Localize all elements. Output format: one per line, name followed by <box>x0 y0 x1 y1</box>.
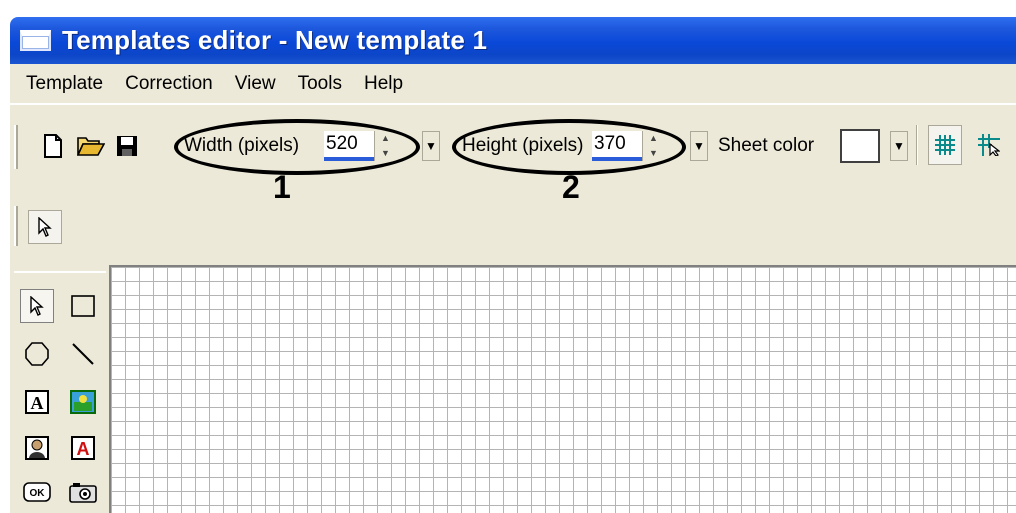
width-input[interactable] <box>324 131 374 161</box>
ok-button-tool-icon[interactable]: OK <box>20 475 54 509</box>
text-tool-icon[interactable]: A <box>20 385 54 419</box>
sheet-color-label: Sheet color <box>718 135 815 156</box>
menu-tools[interactable]: Tools <box>298 73 342 95</box>
height-dropdown-arrow[interactable]: ▼ <box>690 131 708 161</box>
height-spinner[interactable]: ▲▼ <box>592 131 664 161</box>
window-title: Templates editor - New template 1 <box>62 25 488 55</box>
width-label: Width (pixels) <box>184 135 300 156</box>
svg-text:OK: OK <box>30 488 46 499</box>
rectangle-tool-icon[interactable] <box>66 289 100 323</box>
sheet-color-swatch[interactable] <box>840 129 880 163</box>
window-icon <box>20 30 51 51</box>
snap-to-grid-icon[interactable] <box>972 125 1006 165</box>
menu-bar: Template Correction View Tools Help <box>10 64 1016 105</box>
menu-template[interactable]: Template <box>26 73 103 95</box>
save-icon[interactable] <box>112 131 142 161</box>
camera-tool-icon[interactable] <box>66 475 100 509</box>
svg-text:A: A <box>77 439 90 459</box>
ellipse-tool-icon[interactable] <box>20 337 54 371</box>
menu-correction[interactable]: Correction <box>125 73 213 95</box>
height-label: Height (pixels) <box>462 135 584 156</box>
menu-help[interactable]: Help <box>364 73 403 95</box>
height-input[interactable] <box>592 131 642 161</box>
menu-view[interactable]: View <box>235 73 276 95</box>
title-bar[interactable]: Templates editor - New template 1 <box>10 17 1016 64</box>
grid-icon[interactable] <box>928 125 962 165</box>
width-spin-arrows[interactable]: ▲ ▼ <box>374 131 396 161</box>
editor-area: A A OK <box>10 263 1016 513</box>
image-tool-icon[interactable] <box>66 385 100 419</box>
height-spin-arrows[interactable]: ▲ ▼ <box>642 131 664 161</box>
red-text-tool-icon[interactable]: A <box>66 431 100 465</box>
width-spinner[interactable]: ▲▼ <box>324 131 396 161</box>
tool-palette: A A OK <box>14 271 106 513</box>
new-file-icon[interactable] <box>38 131 68 161</box>
svg-text:A: A <box>31 393 44 413</box>
open-folder-icon[interactable] <box>76 131 106 161</box>
line-tool-icon[interactable] <box>66 337 100 371</box>
pointer-icon[interactable] <box>28 210 62 244</box>
pointer-tool-icon[interactable] <box>20 289 54 323</box>
photo-tool-icon[interactable] <box>20 431 54 465</box>
toolbar-grip[interactable] <box>14 125 18 169</box>
toolbar-separator <box>916 125 918 165</box>
sheet-color-dropdown-arrow[interactable]: ▼ <box>890 131 908 161</box>
width-dropdown-arrow[interactable]: ▼ <box>422 131 440 161</box>
template-canvas[interactable] <box>109 265 1016 513</box>
selection-toolbar <box>10 200 1016 250</box>
main-toolbar: Width (pixels) ▲▼ ▼ Height (pixels) ▲▼ ▼… <box>10 119 1016 181</box>
toolbar-area: Width (pixels) ▲▼ ▼ Height (pixels) ▲▼ ▼… <box>10 105 1016 263</box>
toolbar-grip[interactable] <box>14 206 18 246</box>
